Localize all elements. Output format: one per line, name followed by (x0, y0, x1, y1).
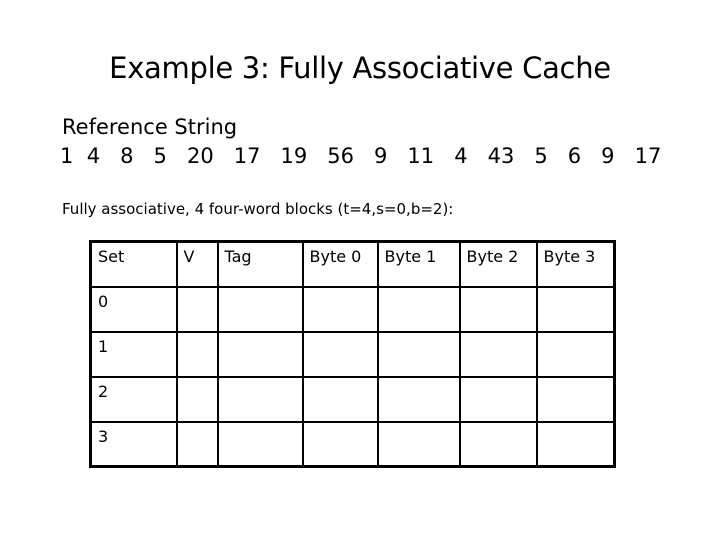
byte-3-cell (535, 285, 616, 333)
reference-value: 5 (534, 144, 548, 168)
reference-value: 56 (327, 144, 354, 168)
header-set: Set (89, 240, 178, 288)
cache-row: 0 (89, 285, 616, 333)
reference-value: 19 (280, 144, 308, 168)
reference-value: 6 (567, 144, 582, 168)
reference-value: 4 (86, 144, 101, 168)
reference-value: 17 (634, 144, 662, 168)
reference-value: 4 (454, 144, 468, 168)
byte-2-cell (458, 285, 538, 333)
set-index: 0 (89, 285, 178, 333)
cache-row: 2 (89, 375, 616, 423)
reference-string-label: Reference String (62, 115, 238, 139)
byte-2-cell (458, 420, 538, 468)
reference-value: 11 (407, 144, 435, 168)
slide-title: Example 3: Fully Associative Cache (109, 51, 611, 85)
valid-cell (175, 420, 219, 468)
byte-2-cell (458, 375, 538, 423)
reference-string-values: 1 4 8 5 20 17 19 56 9 11 4 43 5 6 9 17 (60, 142, 661, 170)
valid-cell (175, 375, 219, 423)
valid-cell (175, 330, 219, 378)
byte-1-cell (376, 375, 461, 423)
byte-1-cell (376, 420, 461, 468)
byte-3-cell (535, 375, 616, 423)
header-byte-1: Byte 1 (376, 240, 461, 288)
reference-value: 8 (120, 144, 134, 168)
set-index: 3 (89, 420, 178, 468)
set-index: 1 (89, 330, 178, 378)
set-index: 2 (89, 375, 178, 423)
cache-table: Set V Tag Byte 0 Byte 1 Byte 2 Byte 3 0 … (89, 240, 616, 468)
byte-3-cell (535, 420, 616, 468)
header-valid: V (175, 240, 219, 288)
reference-value: 9 (601, 144, 615, 168)
tag-cell (216, 420, 304, 468)
byte-2-cell (458, 330, 538, 378)
reference-value: 9 (374, 144, 388, 168)
tag-cell (216, 285, 304, 333)
byte-0-cell (301, 375, 379, 423)
byte-1-cell (376, 285, 461, 333)
reference-value: 43 (487, 144, 515, 168)
cache-row: 1 (89, 330, 616, 378)
valid-cell (175, 285, 219, 333)
reference-value: 17 (233, 144, 261, 168)
reference-value: 1 (60, 144, 74, 168)
cache-header-row: Set V Tag Byte 0 Byte 1 Byte 2 Byte 3 (89, 240, 616, 288)
byte-0-cell (301, 330, 379, 378)
byte-0-cell (301, 285, 379, 333)
byte-1-cell (376, 330, 461, 378)
cache-description: Fully associative, 4 four-word blocks (t… (62, 200, 454, 218)
reference-value: 20 (186, 144, 214, 168)
header-byte-3: Byte 3 (535, 240, 616, 288)
tag-cell (216, 330, 304, 378)
cache-row: 3 (89, 420, 616, 468)
header-byte-0: Byte 0 (301, 240, 379, 288)
byte-0-cell (301, 420, 379, 468)
header-tag: Tag (216, 240, 304, 288)
header-byte-2: Byte 2 (458, 240, 538, 288)
reference-value: 5 (153, 144, 167, 168)
tag-cell (216, 375, 304, 423)
byte-3-cell (535, 330, 616, 378)
